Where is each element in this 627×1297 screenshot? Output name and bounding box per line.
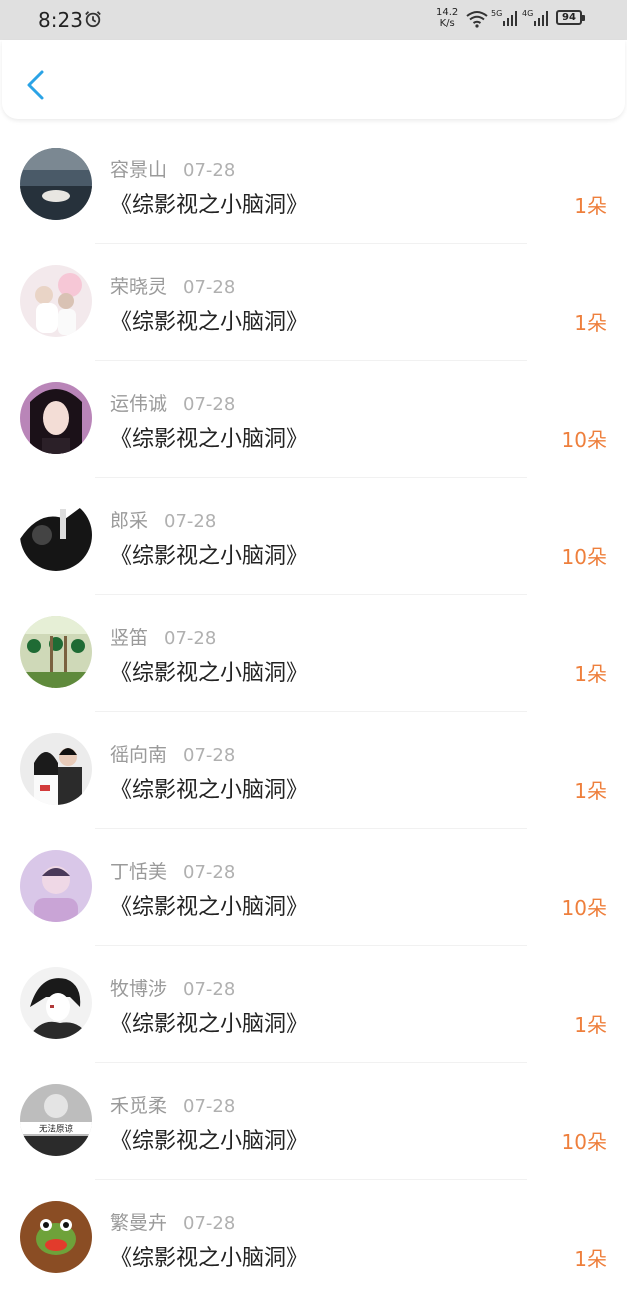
- avatar[interactable]: [20, 148, 92, 220]
- user-name: 丁恬美 07-28: [110, 861, 236, 883]
- signal-5g-label: 5G: [491, 9, 503, 18]
- status-time: 8:23: [38, 8, 83, 32]
- user-name: 徭向南 07-28: [110, 744, 236, 766]
- flower-amount: 1朵: [574, 311, 607, 335]
- record-date: 07-28: [183, 1096, 236, 1117]
- status-bar: 8:23 14.2 K/s 5G 4G 94: [0, 0, 627, 40]
- book-title: 《综影视之小脑洞》: [110, 661, 309, 686]
- list-item[interactable]: 荣晓灵 07-28 《综影视之小脑洞》 1朵: [0, 244, 627, 361]
- avatar[interactable]: [20, 1201, 92, 1273]
- list-item[interactable]: 徭向南 07-28 《综影视之小脑洞》 1朵: [0, 712, 627, 829]
- user-name: 荣晓灵 07-28: [110, 276, 236, 298]
- record-date: 07-28: [183, 979, 236, 1000]
- list-item[interactable]: 运伟诚 07-28 《综影视之小脑洞》 10朵: [0, 361, 627, 478]
- book-title: 《综影视之小脑洞》: [110, 310, 309, 335]
- gift-record-list: 容景山 07-28 《综影视之小脑洞》 1朵 荣晓灵 07-28 《综影视之小脑洞》…: [0, 127, 627, 1297]
- flower-amount: 1朵: [574, 662, 607, 686]
- record-date: 07-28: [183, 1213, 236, 1234]
- avatar[interactable]: [20, 967, 92, 1039]
- signal-4g-label: 4G: [522, 9, 534, 18]
- avatar[interactable]: 无法原谅: [20, 1084, 92, 1156]
- book-title: 《综影视之小脑洞》: [110, 1129, 309, 1154]
- alarm-clock-icon: [85, 11, 101, 28]
- list-item[interactable]: 繁曼卉 07-28 《综影视之小脑洞》 1朵: [0, 1180, 627, 1297]
- back-arrow-icon[interactable]: [22, 68, 52, 102]
- book-title: 《综影视之小脑洞》: [110, 1012, 309, 1037]
- flower-amount: 10朵: [561, 428, 607, 452]
- avatar[interactable]: [20, 850, 92, 922]
- user-name: 繁曼卉 07-28: [110, 1212, 236, 1234]
- book-title: 《综影视之小脑洞》: [110, 1246, 309, 1271]
- record-date: 07-28: [183, 394, 236, 415]
- cell-signal-icon: [503, 11, 517, 26]
- user-name: 竖笛 07-28: [110, 627, 217, 649]
- flower-amount: 1朵: [574, 194, 607, 218]
- flower-amount: 1朵: [574, 1013, 607, 1037]
- user-name: 运伟诚 07-28: [110, 393, 236, 415]
- wifi-icon: [466, 11, 488, 28]
- record-date: 07-28: [183, 862, 236, 883]
- list-item[interactable]: 丁恬美 07-28 《综影视之小脑洞》 10朵: [0, 829, 627, 946]
- book-title: 《综影视之小脑洞》: [110, 544, 309, 569]
- cell-signal-icon: [534, 11, 548, 26]
- avatar[interactable]: [20, 616, 92, 688]
- user-name: 牧博涉 07-28: [110, 978, 236, 1000]
- user-name: 禾觅柔 07-28: [110, 1095, 236, 1117]
- flower-amount: 10朵: [561, 1130, 607, 1154]
- avatar[interactable]: [20, 733, 92, 805]
- user-name: 郎采 07-28: [110, 510, 217, 532]
- avatar[interactable]: [20, 265, 92, 337]
- list-item[interactable]: 竖笛 07-28 《综影视之小脑洞》 1朵: [0, 595, 627, 712]
- record-date: 07-28: [183, 277, 236, 298]
- flower-amount: 10朵: [561, 896, 607, 920]
- flower-amount: 1朵: [574, 779, 607, 803]
- avatar-caption: 无法原谅: [39, 1124, 74, 1135]
- record-date: 07-28: [164, 628, 217, 649]
- record-date: 07-28: [164, 511, 217, 532]
- list-item[interactable]: 郎采 07-28 《综影视之小脑洞》 10朵: [0, 478, 627, 595]
- user-name: 容景山 07-28: [110, 159, 236, 181]
- flower-amount: 1朵: [574, 1247, 607, 1271]
- record-date: 07-28: [183, 160, 236, 181]
- book-title: 《综影视之小脑洞》: [110, 193, 309, 218]
- list-item[interactable]: 容景山 07-28 《综影视之小脑洞》 1朵: [0, 127, 627, 244]
- header-bar: [2, 40, 625, 119]
- avatar[interactable]: [20, 382, 92, 454]
- network-speed: 14.2 K/s: [436, 7, 458, 29]
- book-title: 《综影视之小脑洞》: [110, 895, 309, 920]
- book-title: 《综影视之小脑洞》: [110, 427, 309, 452]
- list-item[interactable]: 牧博涉 07-28 《综影视之小脑洞》 1朵: [0, 946, 627, 1063]
- network-speed-value: 14.2: [436, 7, 459, 18]
- book-title: 《综影视之小脑洞》: [110, 778, 309, 803]
- network-speed-unit: K/s: [439, 18, 455, 29]
- list-item[interactable]: 无法原谅 禾觅柔 07-28 《综影视之小脑洞》 10朵: [0, 1063, 627, 1180]
- flower-amount: 10朵: [561, 545, 607, 569]
- battery-indicator: 94: [556, 10, 585, 25]
- avatar[interactable]: [20, 499, 92, 571]
- record-date: 07-28: [183, 745, 236, 766]
